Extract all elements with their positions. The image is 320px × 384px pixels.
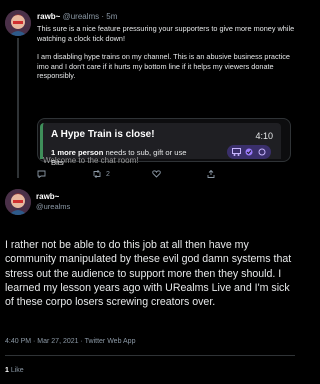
tweet-paragraph: I am disabling hype trains on my channel… [37, 52, 290, 81]
tweet-metadata[interactable]: 4:40 PM · Mar 27, 2021 · Twitter Web App [5, 338, 135, 345]
share-icon [207, 170, 215, 178]
hype-train-badges [227, 145, 271, 159]
author-handle[interactable]: @urealms [36, 202, 70, 211]
author-name[interactable]: rawb~ [36, 192, 59, 201]
thread-line [17, 38, 19, 178]
divider [5, 355, 295, 356]
author-handle[interactable]: @urealms [63, 12, 100, 21]
share-button[interactable] [207, 170, 219, 178]
retweet-icon [93, 170, 101, 178]
avatar[interactable] [5, 189, 31, 215]
chat-welcome-text: Welcome to the chat room! [43, 156, 139, 165]
tweet-paragraph: This sure is a nice feature pressuring y… [37, 24, 295, 43]
like-total: 1 [5, 367, 9, 374]
reply-icon [37, 170, 46, 178]
retweet-button[interactable]: 2 [92, 170, 110, 178]
tweet-text: I rather not be able to do this job at a… [5, 239, 292, 309]
likes-summary[interactable]: 1 Like [5, 367, 24, 374]
tweet-text: This sure is a nice feature pressuring y… [37, 24, 295, 90]
circle-icon [258, 148, 266, 156]
check-circle-icon [245, 148, 253, 156]
retweet-count: 2 [106, 170, 110, 178]
tweet-time[interactable]: · 5m [101, 12, 117, 21]
hype-train-title: A Hype Train is close! [51, 129, 155, 140]
avatar-image [5, 189, 31, 215]
tweet-header: rawb~ @urealms · 5m [37, 12, 117, 21]
heart-icon [152, 170, 161, 178]
like-button[interactable] [152, 170, 165, 178]
avatar[interactable] [5, 10, 31, 36]
hype-train-timer: 4:10 [255, 131, 273, 141]
author-name[interactable]: rawb~ [37, 12, 60, 21]
hype-train-popup: A Hype Train is close! 4:10 1 more perso… [40, 123, 281, 167]
avatar-image [5, 10, 31, 36]
like-label: Like [10, 367, 24, 374]
tweet-actions: 2 [37, 170, 261, 178]
reply-button[interactable] [37, 170, 50, 178]
train-icon [232, 148, 242, 156]
